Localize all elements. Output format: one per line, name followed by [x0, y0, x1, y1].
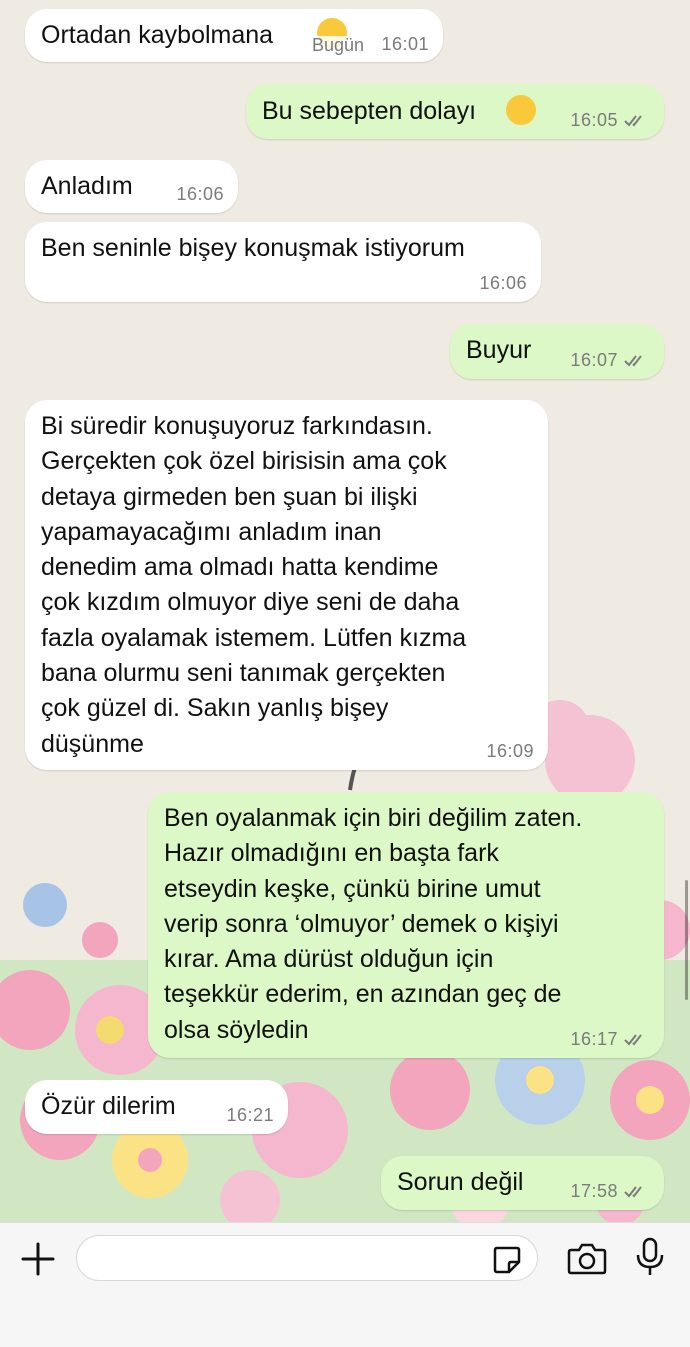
message-incoming[interactable]: Özür dilerim 16:21 — [25, 1080, 288, 1134]
message-time: 16:21 — [226, 1105, 274, 1125]
message-meta: 16:06 — [176, 184, 224, 204]
message-meta: 16:21 — [226, 1105, 274, 1125]
message-time: 16:01 — [381, 34, 429, 54]
message-text: Ben seninle bişey konuşmak istiyorum — [41, 234, 465, 262]
scrollbar[interactable] — [685, 880, 688, 1000]
camera-icon[interactable] — [567, 1241, 607, 1275]
message-meta: 16:05 — [570, 110, 650, 130]
message-incoming[interactable]: Bi süredir konuşuyoruz farkındasın. Gerç… — [25, 400, 548, 770]
message-time: 16:17 — [570, 1029, 618, 1049]
day-separator: Bugün — [312, 35, 365, 55]
sticker-icon[interactable] — [491, 1244, 523, 1276]
message-input[interactable] — [93, 1236, 487, 1282]
message-text: Ben oyalanmak için biri değilim zaten. H… — [164, 804, 583, 1044]
microphone-icon[interactable] — [634, 1237, 666, 1279]
plus-icon[interactable] — [20, 1241, 56, 1277]
message-meta: 16:07 — [570, 350, 650, 370]
chat-thread[interactable]: Ortadan kaybolmana 16:01 Bugün Bu sebept… — [0, 0, 690, 1222]
message-time: 16:06 — [176, 184, 224, 204]
message-outgoing[interactable]: Bu sebepten dolayı 16:05 — [246, 84, 664, 139]
message-outgoing[interactable]: Ben oyalanmak için biri değilim zaten. H… — [148, 792, 664, 1058]
read-ticks-icon — [624, 1034, 642, 1046]
message-meta: 16:09 — [486, 741, 534, 761]
message-outgoing[interactable]: Sorun değil 17:58 — [381, 1156, 664, 1210]
composer-bar — [0, 1222, 690, 1347]
message-incoming[interactable]: Anladım 16:06 — [25, 160, 238, 213]
read-ticks-icon — [624, 355, 642, 367]
message-meta: 16:06 — [479, 273, 527, 293]
read-ticks-icon — [624, 115, 642, 127]
smiling-emoji-icon — [506, 95, 536, 125]
message-incoming[interactable]: Ben seninle bişey konuşmak istiyorum 16:… — [25, 222, 541, 302]
message-text: Ortadan kaybolmana — [41, 21, 274, 49]
message-incoming[interactable]: Ortadan kaybolmana 16:01 — [25, 9, 443, 62]
message-meta: 16:17 — [570, 1029, 650, 1049]
message-time: 16:05 — [570, 110, 618, 130]
message-time: 16:06 — [479, 273, 527, 293]
message-outgoing[interactable]: Buyur 16:07 — [450, 324, 664, 379]
message-text: Bi süredir konuşuyoruz farkındasın. Gerç… — [41, 412, 467, 758]
message-time: 16:09 — [486, 741, 534, 761]
message-time: 16:07 — [570, 350, 618, 370]
message-meta: 16:01 — [381, 34, 429, 54]
message-input-container[interactable] — [76, 1235, 538, 1282]
message-time: 17:58 — [570, 1181, 618, 1201]
message-meta: 17:58 — [570, 1181, 650, 1201]
read-ticks-icon — [624, 1186, 642, 1198]
